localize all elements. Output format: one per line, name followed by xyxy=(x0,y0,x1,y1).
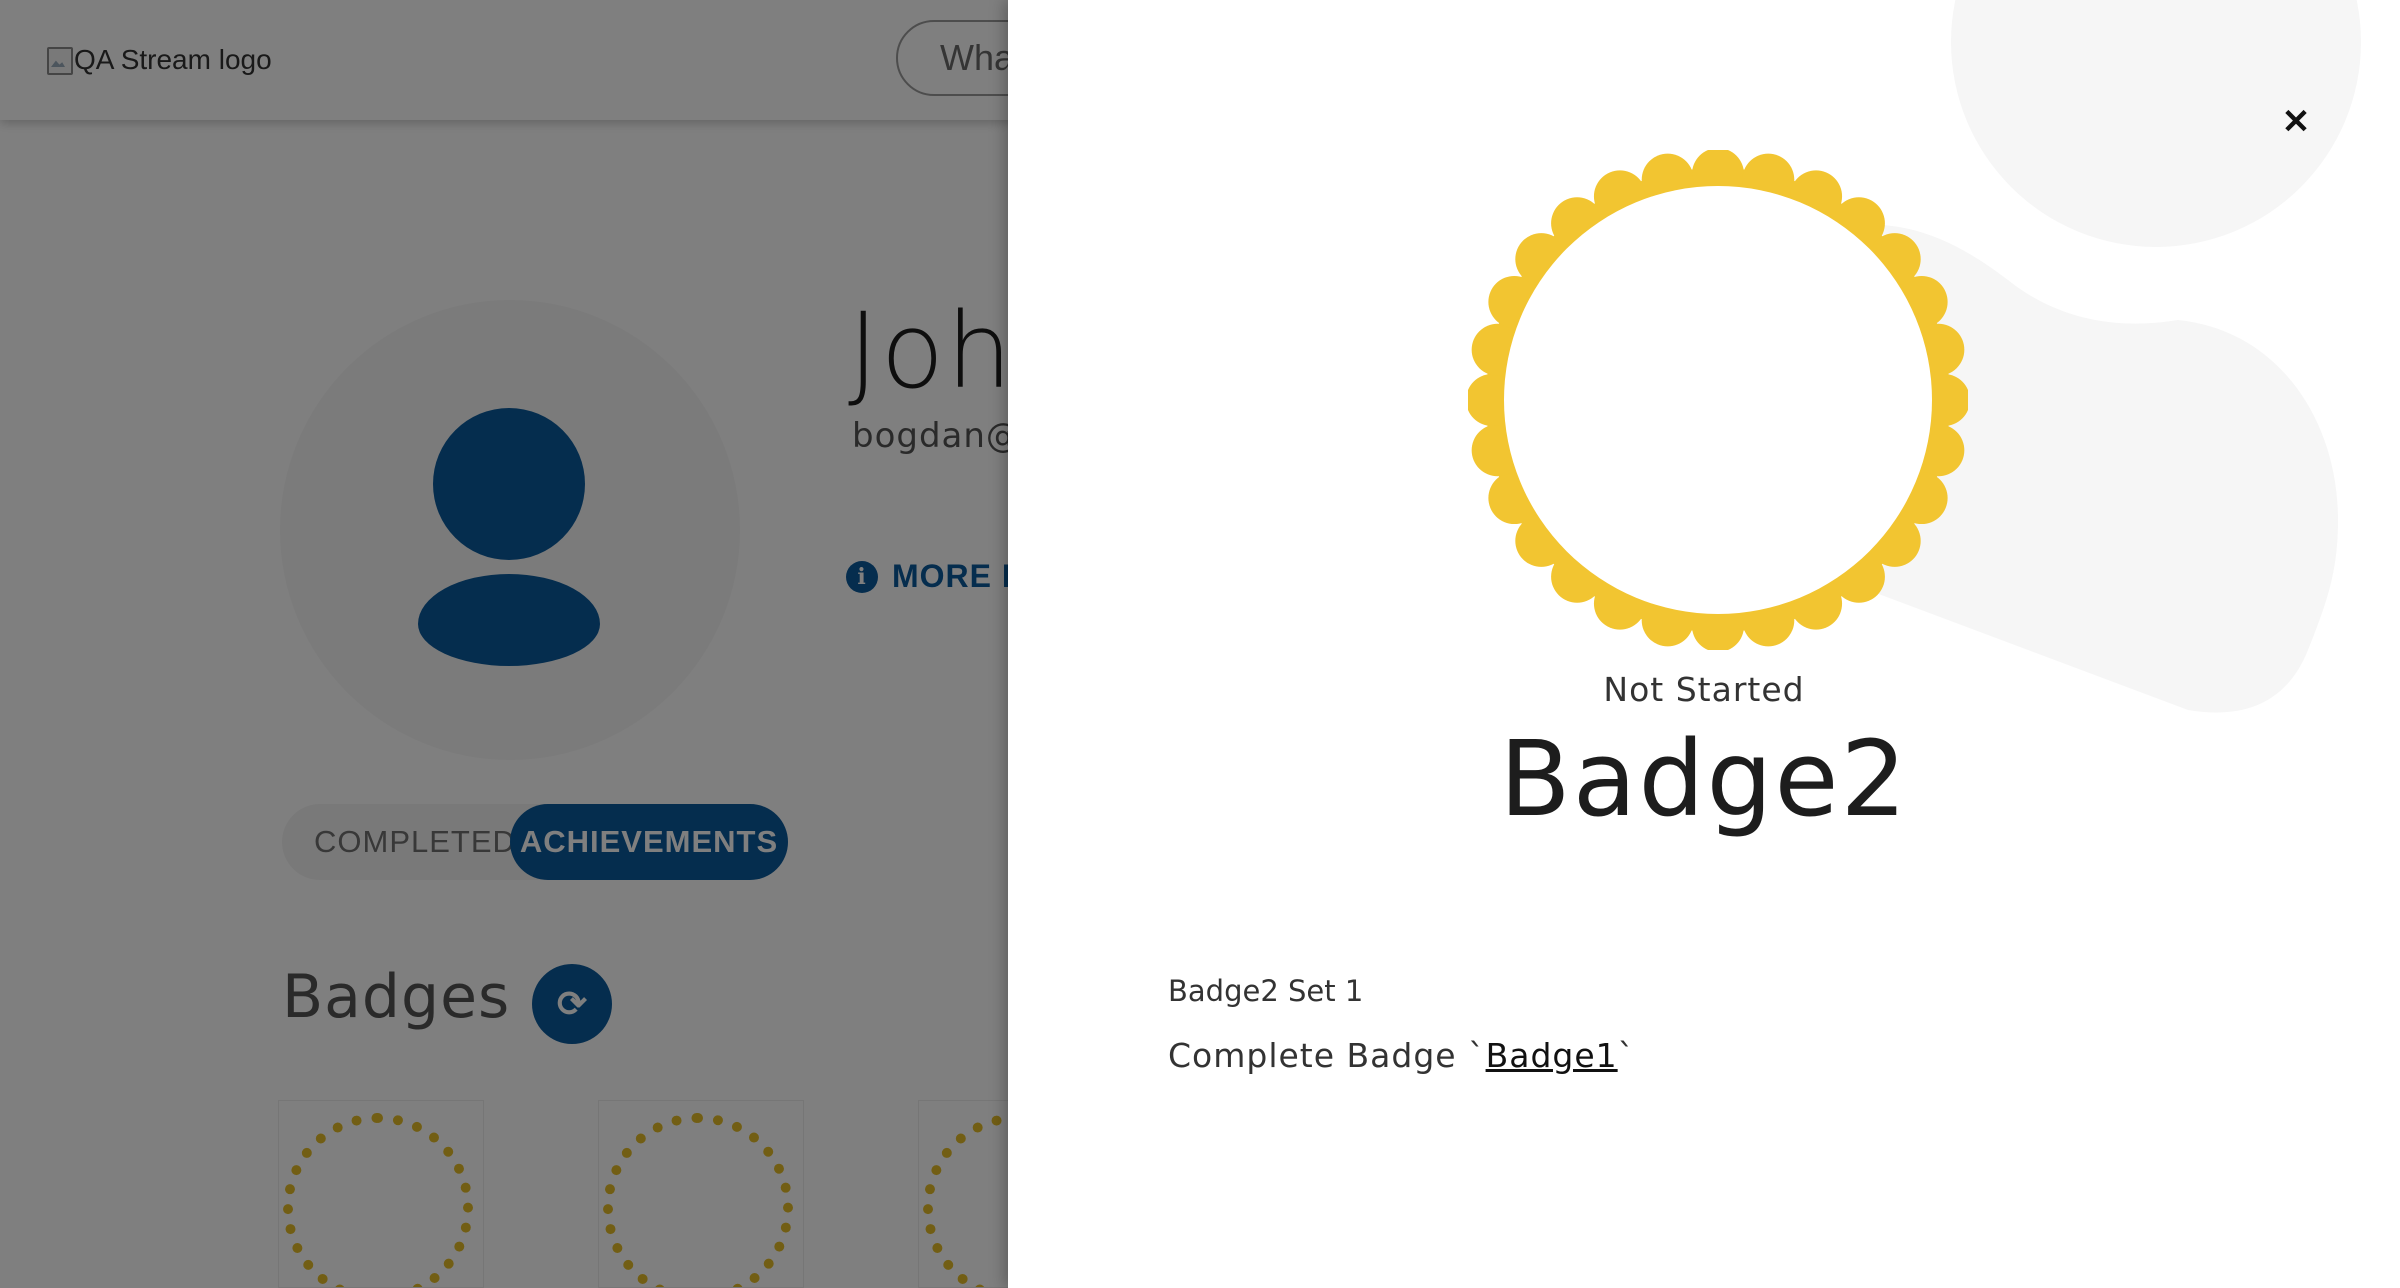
requirement-badge-link[interactable]: Badge1 xyxy=(1486,1036,1618,1075)
badge-name: Badge2 xyxy=(1499,718,1909,840)
close-button[interactable]: ✕ xyxy=(2274,100,2318,144)
requirement-prefix: Complete Badge ` xyxy=(1168,1036,1486,1075)
badge-requirement: Complete Badge `Badge1` xyxy=(1168,1036,1635,1075)
modal-backdrop[interactable] xyxy=(0,0,1008,1288)
requirement-suffix: ` xyxy=(1617,1036,1636,1075)
badge-status: Not Started xyxy=(1603,670,1805,709)
close-icon: ✕ xyxy=(2281,103,2311,141)
badge-set-title: Badge2 Set 1 xyxy=(1168,974,1364,1008)
badge-large-icon xyxy=(1468,150,1968,650)
badge-detail-drawer: ✕ Not Started Badge2 Badge2 Set 1 Comple… xyxy=(1008,0,2400,1288)
